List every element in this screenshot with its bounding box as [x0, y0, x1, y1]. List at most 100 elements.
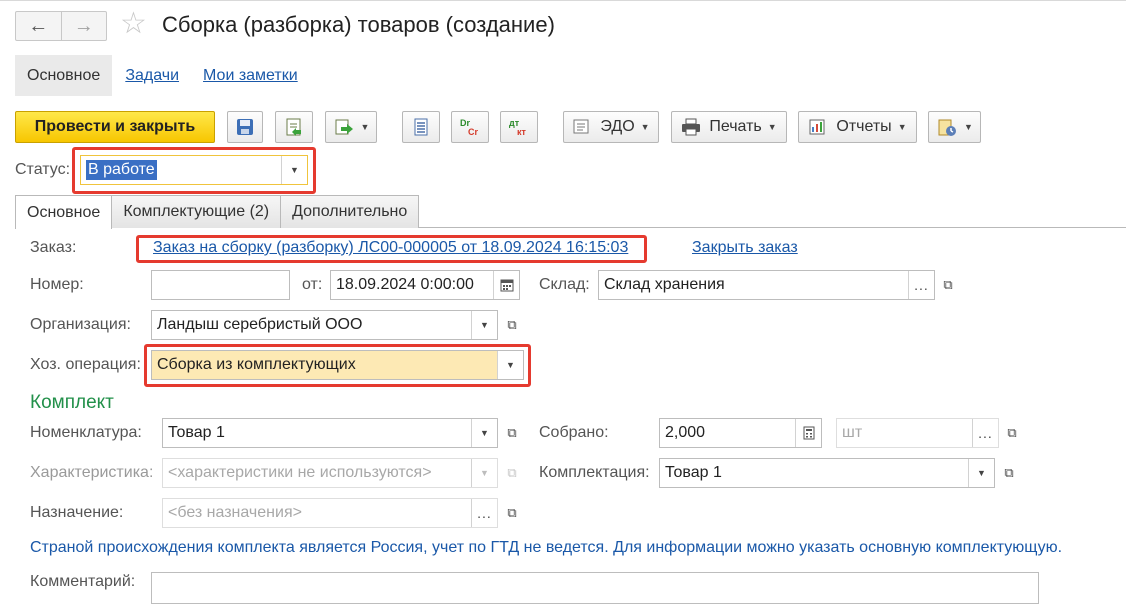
tab-components[interactable]: Комплектующие (2) [111, 195, 282, 228]
edo-button[interactable]: ЭДО ▼ [563, 111, 659, 143]
save-button[interactable] [227, 111, 263, 143]
star-icon[interactable]: ☆ [120, 9, 147, 39]
calendar-icon[interactable] [493, 271, 519, 299]
number-value [152, 271, 289, 299]
chevron-down-icon[interactable]: ▼ [968, 459, 994, 487]
unit-value: шт [842, 424, 863, 441]
complectation-select[interactable]: Товар 1 ▼ [659, 458, 995, 488]
chevron-down-icon: ▼ [471, 459, 497, 487]
assembled-input[interactable]: 2,000 [659, 418, 822, 448]
create-based-on-button[interactable]: ▼ [325, 111, 377, 143]
dt-kt-button[interactable]: дт кт [500, 111, 538, 143]
kit-heading: Комплект [30, 392, 114, 413]
assembled-label: Собрано: [539, 424, 609, 441]
purpose-label: Назначение: [30, 504, 124, 521]
open-icon[interactable]: ⧉ [998, 462, 1020, 484]
org-value: Ландыш серебристый ООО [157, 316, 363, 333]
window-top-border [0, 0, 1126, 1]
tab-basic[interactable]: Основное [15, 195, 113, 229]
comment-input[interactable] [151, 572, 1039, 604]
post-and-close-button[interactable]: Провести и закрыть [15, 111, 215, 143]
more-icon[interactable]: ... [471, 499, 497, 527]
print-label: Печать [709, 118, 762, 135]
more-icon[interactable]: ... [972, 419, 998, 447]
post-button[interactable] [275, 111, 313, 143]
reports-label: Отчеты [836, 118, 892, 135]
org-select[interactable]: Ландыш серебристый ООО ▼ [151, 310, 498, 340]
comment-label: Комментарий: [30, 573, 136, 590]
assembled-value: 2,000 [665, 424, 706, 441]
purpose-select[interactable]: <без назначения> ... [162, 498, 498, 528]
date-label: от: [302, 276, 323, 293]
unit-select[interactable]: шт ... [836, 418, 999, 448]
purpose-value: <без назначения> [168, 504, 302, 521]
chevron-down-icon[interactable]: ▼ [471, 311, 497, 339]
highlight-operation [144, 344, 531, 387]
complectation-label: Комплектация: [539, 464, 650, 481]
reports-button[interactable]: Отчеты ▼ [798, 111, 917, 143]
date-input[interactable]: 18.09.2024 0:00:00 [330, 270, 520, 300]
inner-tabs: Основное Комплектующие (2) Дополнительно [15, 195, 420, 229]
attachments-button[interactable]: ▼ [928, 111, 981, 143]
chevron-down-icon: ▼ [767, 122, 777, 132]
chevron-down-icon: ▼ [640, 122, 650, 132]
tab-tasks[interactable]: Задачи [125, 67, 179, 85]
create-based-icon [335, 119, 353, 135]
tab-additional[interactable]: Дополнительно [280, 195, 420, 228]
back-button[interactable]: ← [16, 12, 61, 40]
highlight-order [136, 235, 647, 263]
complectation-value: Товар 1 [665, 464, 722, 481]
number-label: Номер: [30, 276, 84, 293]
warehouse-label: Склад: [539, 276, 590, 293]
more-icon[interactable]: ... [908, 271, 934, 299]
warehouse-value: Склад хранения [604, 276, 725, 293]
info-text: Страной происхождения комплекта является… [30, 539, 1063, 556]
date-value: 18.09.2024 0:00:00 [336, 276, 474, 293]
chevron-down-icon[interactable]: ▼ [471, 419, 497, 447]
number-input[interactable] [151, 270, 290, 300]
nomenclature-label: Номенклатура: [30, 424, 142, 441]
print-button[interactable]: Печать ▼ [671, 111, 787, 143]
svg-text:Cr: Cr [468, 127, 478, 137]
forward-button[interactable]: → [60, 12, 107, 40]
open-icon[interactable]: ⧉ [501, 422, 523, 444]
printer-icon [682, 118, 701, 136]
warehouse-select[interactable]: Склад хранения ... [598, 270, 935, 300]
open-icon[interactable]: ⧉ [501, 502, 523, 524]
dt-kt-icon: дт кт [509, 118, 527, 137]
highlight-status [72, 147, 316, 194]
open-icon[interactable]: ⧉ [937, 274, 959, 296]
dr-cr-button[interactable]: Dr Cr [451, 111, 489, 143]
comment-value [152, 573, 1038, 603]
post-document-icon [286, 118, 301, 136]
nomenclature-value: Товар 1 [168, 424, 225, 441]
structure-button[interactable] [402, 111, 440, 143]
tab-notes[interactable]: Мои заметки [203, 67, 298, 85]
status-label: Статус: [15, 161, 71, 178]
nav-buttons: ← → [15, 11, 107, 41]
section-tabs: Основное Задачи Мои заметки [15, 55, 298, 96]
characteristic-value: <характеристики не используются> [168, 464, 432, 481]
characteristic-select: <характеристики не используются> ▼ [162, 458, 498, 488]
characteristic-label: Характеристика: [30, 464, 154, 481]
operation-label: Хоз. операция: [30, 356, 141, 373]
edo-label: ЭДО [600, 118, 635, 135]
open-icon[interactable]: ⧉ [501, 314, 523, 336]
page-title: Сборка (разборка) товаров (создание) [162, 12, 555, 37]
open-icon: ⧉ [507, 465, 517, 480]
attachments-icon [938, 119, 957, 136]
tab-main[interactable]: Основное [15, 55, 113, 96]
edo-icon [573, 119, 589, 134]
chevron-down-icon: ▼ [897, 122, 907, 132]
order-label: Заказ: [30, 239, 77, 256]
svg-text:кт: кт [517, 127, 527, 137]
close-order-link[interactable]: Закрыть заказ [692, 239, 798, 257]
chevron-down-icon: ▼ [360, 122, 370, 132]
dr-cr-icon: Dr Cr [460, 118, 478, 137]
list-icon [414, 118, 428, 136]
nomenclature-select[interactable]: Товар 1 ▼ [162, 418, 498, 448]
org-label: Организация: [30, 316, 131, 333]
calculator-icon[interactable] [795, 419, 821, 447]
reports-icon [809, 119, 825, 135]
open-icon[interactable]: ⧉ [1001, 422, 1023, 444]
